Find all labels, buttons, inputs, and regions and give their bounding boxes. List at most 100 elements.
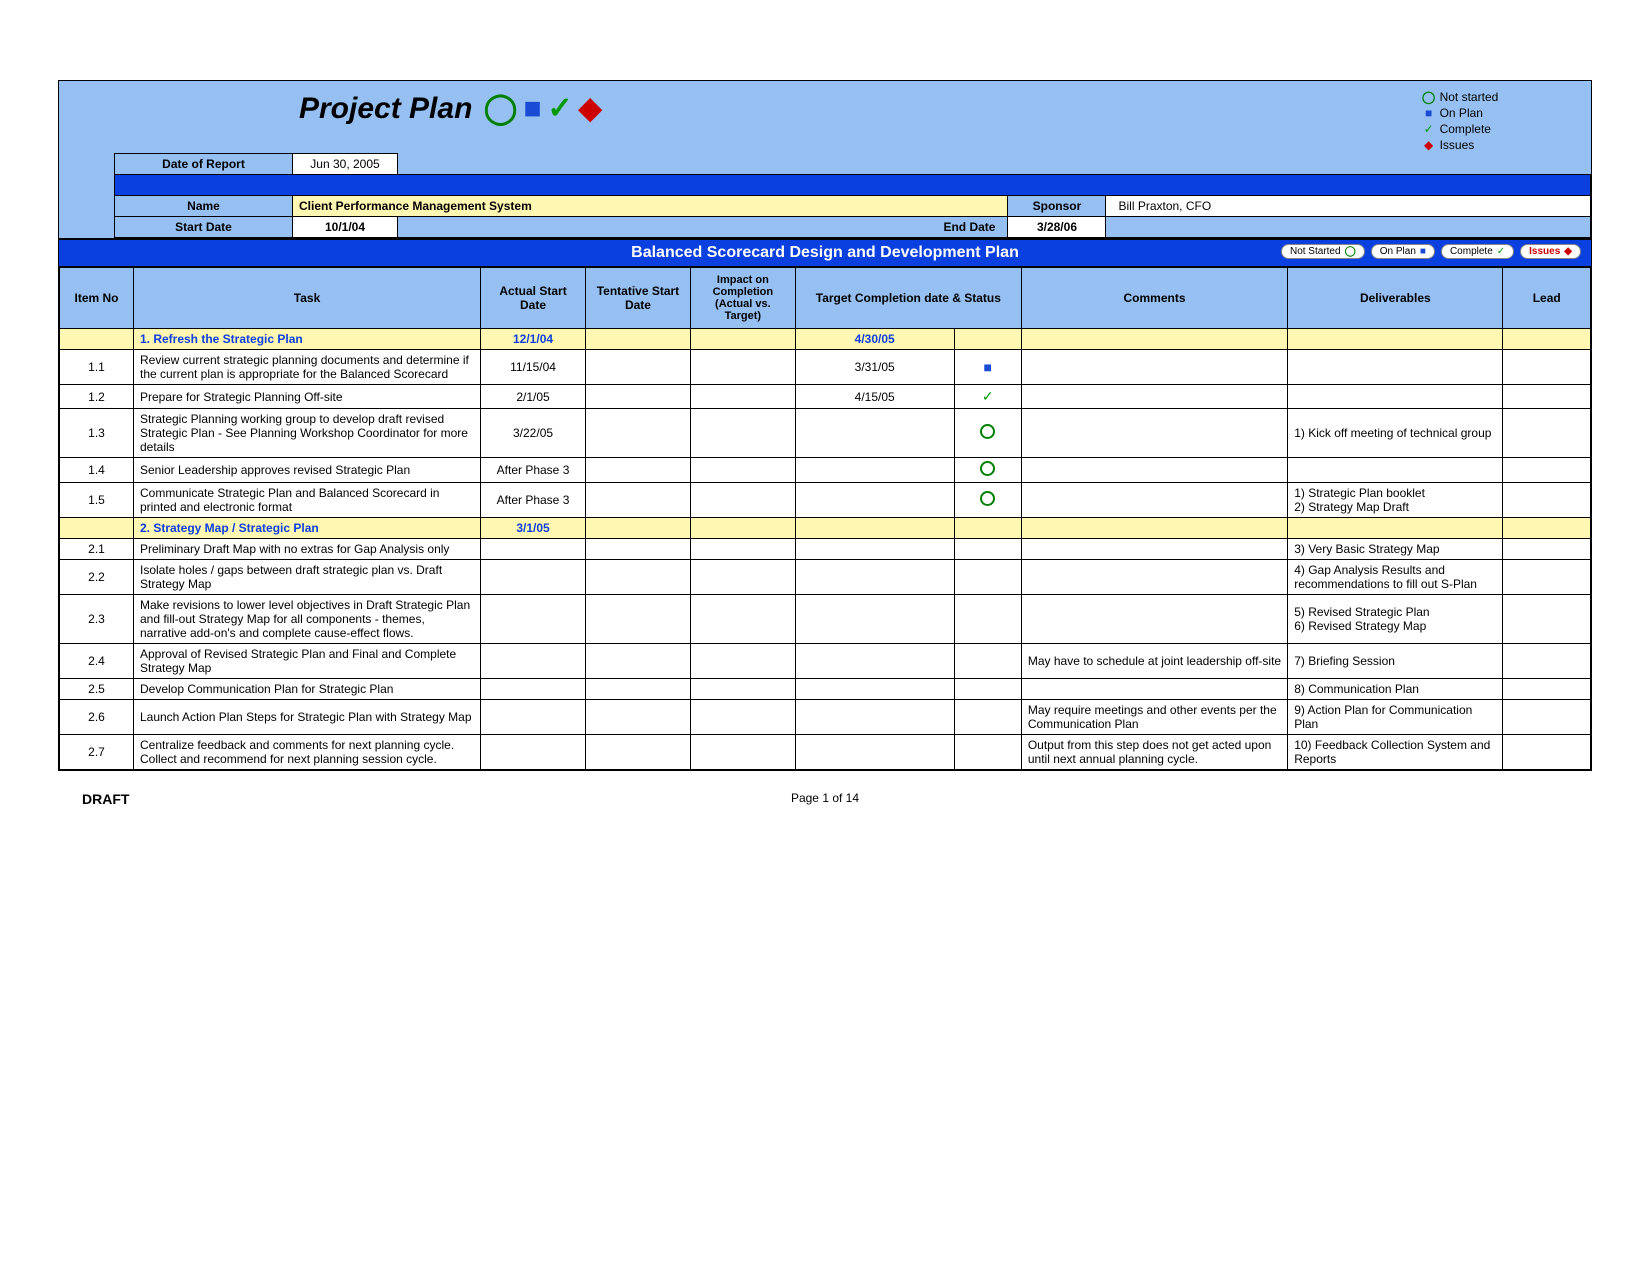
end-date-value: 3/28/06 bbox=[1008, 217, 1106, 238]
pill-diamond-icon: ◆ bbox=[1564, 246, 1572, 257]
cell-target bbox=[795, 679, 954, 700]
cell-task: Strategic Planning working group to deve… bbox=[133, 409, 480, 458]
page-title-text: Project Plan bbox=[299, 92, 472, 125]
cell-status bbox=[954, 409, 1021, 458]
pill-on-plan[interactable]: On Plan■ bbox=[1371, 244, 1435, 259]
cell-astart: 2/1/05 bbox=[481, 385, 586, 409]
cell-task: Centralize feedback and comments for nex… bbox=[133, 735, 480, 770]
cell-lead bbox=[1503, 700, 1591, 735]
cell-impact bbox=[690, 483, 795, 518]
status-circle-icon bbox=[980, 424, 995, 439]
cell-tstart bbox=[585, 350, 690, 385]
cell-astart bbox=[481, 679, 586, 700]
cell-impact bbox=[690, 385, 795, 409]
cell-tstart bbox=[585, 409, 690, 458]
page-footer: DRAFT Page 1 of 14 bbox=[58, 771, 1592, 807]
table-row: 1.5Communicate Strategic Plan and Balanc… bbox=[60, 483, 1591, 518]
col-task: Task bbox=[133, 268, 480, 329]
section-title: 1. Refresh the Strategic Plan bbox=[133, 329, 480, 350]
pill-not-started[interactable]: Not Started◯ bbox=[1281, 244, 1365, 259]
cell-tstart bbox=[585, 458, 690, 483]
cell-tstart bbox=[585, 679, 690, 700]
cell-task: Preliminary Draft Map with no extras for… bbox=[133, 539, 480, 560]
cell-task: Isolate holes / gaps between draft strat… bbox=[133, 560, 480, 595]
cell-tstart bbox=[585, 483, 690, 518]
check-icon: ✓ bbox=[547, 92, 572, 125]
legend: ◯Not started ■On Plan ✓Complete ◆Issues bbox=[1142, 87, 1650, 153]
legend-on-plan: On Plan bbox=[1440, 106, 1483, 120]
cell-status: ✓ bbox=[954, 385, 1021, 409]
end-date-label: End Date bbox=[398, 217, 1008, 238]
cell-lead bbox=[1503, 679, 1591, 700]
cell-deliverables bbox=[1288, 458, 1503, 483]
cell-target bbox=[795, 483, 954, 518]
cell-lead bbox=[1503, 350, 1591, 385]
cell-target: 4/15/05 bbox=[795, 385, 954, 409]
page-title: Project Plan ◯■✓◆ bbox=[299, 92, 605, 125]
cell-astart: 3/22/05 bbox=[481, 409, 586, 458]
cell-task: Review current strategic planning docume… bbox=[133, 350, 480, 385]
cell-deliverables bbox=[1288, 385, 1503, 409]
col-tstart: Tentative Start Date bbox=[585, 268, 690, 329]
cell-tstart bbox=[585, 539, 690, 560]
pill-issues[interactable]: Issues◆ bbox=[1520, 244, 1581, 259]
cell-target bbox=[795, 409, 954, 458]
cell-tstart bbox=[585, 700, 690, 735]
status-circle-icon bbox=[980, 461, 995, 476]
cell-target: 3/31/05 bbox=[795, 350, 954, 385]
legend-complete: Complete bbox=[1440, 122, 1491, 136]
col-astart: Actual Start Date bbox=[481, 268, 586, 329]
cell-comments bbox=[1021, 560, 1287, 595]
cell-task: Develop Communication Plan for Strategic… bbox=[133, 679, 480, 700]
cell-astart bbox=[481, 735, 586, 770]
cell-item: 2.3 bbox=[60, 595, 134, 644]
status-check-icon: ✓ bbox=[982, 388, 994, 404]
cell-lead bbox=[1503, 560, 1591, 595]
cell-task: Make revisions to lower level objectives… bbox=[133, 595, 480, 644]
date-of-report-label: Date of Report bbox=[115, 154, 293, 175]
cell-item: 2.2 bbox=[60, 560, 134, 595]
plan-container: Project Plan ◯■✓◆ ◯Not started ■On Plan … bbox=[58, 80, 1592, 771]
legend-square-icon: ■ bbox=[1422, 105, 1436, 121]
cell-impact bbox=[690, 735, 795, 770]
cell-status bbox=[954, 560, 1021, 595]
cell-task: Launch Action Plan Steps for Strategic P… bbox=[133, 700, 480, 735]
cell-item: 1.5 bbox=[60, 483, 134, 518]
cell-target bbox=[795, 700, 954, 735]
cell-impact bbox=[690, 458, 795, 483]
cell-tstart bbox=[585, 560, 690, 595]
cell-astart bbox=[481, 539, 586, 560]
section-header-row: 1. Refresh the Strategic Plan12/1/044/30… bbox=[60, 329, 1591, 350]
section-target bbox=[795, 518, 954, 539]
cell-target bbox=[795, 539, 954, 560]
cell-status bbox=[954, 700, 1021, 735]
pill-check-icon: ✓ bbox=[1497, 246, 1505, 257]
table-row: 2.5Develop Communication Plan for Strate… bbox=[60, 679, 1591, 700]
cell-astart: 11/15/04 bbox=[481, 350, 586, 385]
col-comments: Comments bbox=[1021, 268, 1287, 329]
circle-icon: ◯ bbox=[484, 92, 518, 125]
cell-impact bbox=[690, 644, 795, 679]
cell-comments: May have to schedule at joint leadership… bbox=[1021, 644, 1287, 679]
col-target: Target Completion date & Status bbox=[795, 268, 1021, 329]
blue-separator bbox=[115, 175, 1591, 196]
legend-diamond-icon: ◆ bbox=[1422, 137, 1436, 153]
pill-complete[interactable]: Complete✓ bbox=[1441, 244, 1514, 259]
cell-item: 2.6 bbox=[60, 700, 134, 735]
cell-item: 1.3 bbox=[60, 409, 134, 458]
status-circle-icon bbox=[980, 491, 995, 506]
cell-impact bbox=[690, 700, 795, 735]
meta-table: Date of Report Jun 30, 2005 Name Client … bbox=[114, 153, 1591, 238]
cell-comments bbox=[1021, 483, 1287, 518]
cell-target bbox=[795, 644, 954, 679]
cell-item: 1.1 bbox=[60, 350, 134, 385]
table-row: 2.3Make revisions to lower level objecti… bbox=[60, 595, 1591, 644]
section-title: 2. Strategy Map / Strategic Plan bbox=[133, 518, 480, 539]
table-row: 1.3Strategic Planning working group to d… bbox=[60, 409, 1591, 458]
table-row: 1.4Senior Leadership approves revised St… bbox=[60, 458, 1591, 483]
diamond-icon: ◆ bbox=[579, 92, 602, 125]
cell-lead bbox=[1503, 385, 1591, 409]
cell-item: 2.7 bbox=[60, 735, 134, 770]
start-date-value: 10/1/04 bbox=[293, 217, 398, 238]
col-deliverables: Deliverables bbox=[1288, 268, 1503, 329]
